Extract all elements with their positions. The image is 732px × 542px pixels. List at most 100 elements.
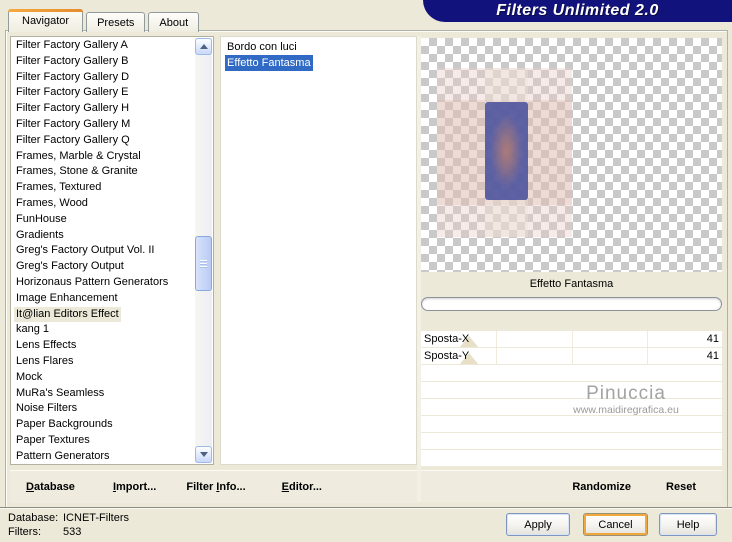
category-item[interactable]: Noise Filters: [12, 401, 195, 417]
menu-label-post: nfo...: [219, 481, 246, 493]
category-item[interactable]: Filter Factory Gallery D: [12, 70, 195, 86]
category-item[interactable]: Lens Flares: [12, 354, 195, 370]
category-item-label: Filter Factory Gallery H: [16, 102, 130, 115]
category-scrollbar[interactable]: [195, 38, 212, 463]
menu-label-post: ditor...: [288, 481, 322, 493]
menu-label-accel: E: [281, 481, 289, 493]
scroll-down-icon: [199, 452, 208, 457]
scrollbar-thumb[interactable]: [195, 236, 212, 291]
category-item[interactable]: Gradients: [12, 228, 195, 244]
category-item-label: Lens Flares: [16, 354, 74, 367]
editor-button[interactable]: Editor...: [282, 481, 322, 493]
category-item-label: Frames, Marble & Crystal: [16, 149, 141, 162]
slider-gridline: [646, 331, 648, 347]
scroll-up-button[interactable]: [195, 38, 212, 55]
preview-label-row: Effetto Fantasma: [421, 272, 722, 296]
category-item-label: Horizonaus Pattern Generators: [16, 275, 169, 288]
category-item[interactable]: Filter Factory Gallery M: [12, 117, 195, 133]
slider-label: Sposta-X: [424, 333, 470, 345]
slider-row-sposta-y[interactable]: Sposta-Y 41: [421, 348, 722, 364]
category-item[interactable]: Filter Factory Gallery A: [12, 38, 195, 54]
category-item[interactable]: Filter Factory Gallery Q: [12, 133, 195, 149]
category-item[interactable]: Filter Factory Gallery E: [12, 85, 195, 101]
category-item[interactable]: Mock: [12, 370, 195, 386]
watermark: Pinuccia www.maidiregrafica.eu: [540, 383, 712, 416]
category-list: Filter Factory Gallery A Filter Factory G…: [12, 38, 195, 463]
scroll-up-icon: [199, 44, 208, 49]
slider-gridline: [571, 348, 573, 364]
slider-stack: Sposta-X 41 Sposta-Y 41: [421, 331, 722, 365]
category-item[interactable]: Horizonaus Pattern Generators: [12, 275, 195, 291]
cancel-button[interactable]: Cancel: [583, 513, 648, 536]
category-item[interactable]: It@lian Editors Effect: [12, 306, 195, 323]
progress-bar: [421, 297, 722, 311]
status-area: Database: ICNET-Filters Filters: 533: [8, 512, 129, 539]
category-item-label: Greg's Factory Output Vol. II: [16, 244, 155, 257]
category-item-label: Paper Backgrounds: [16, 418, 113, 431]
category-item[interactable]: Frames, Marble & Crystal: [12, 149, 195, 165]
filter-item[interactable]: Effetto Fantasma: [221, 55, 416, 71]
right-command-bar: Randomize Reset: [421, 470, 722, 502]
status-database-value: ICNET-Filters: [63, 512, 129, 524]
slider-gridline: [496, 348, 498, 364]
filter-list: Bordo con luci Effetto Fantasma: [221, 39, 416, 71]
category-item-label: Filter Factory Gallery A: [16, 39, 128, 51]
category-item-label: MuRa's Seamless: [16, 386, 105, 399]
category-item[interactable]: Pattern Generators: [12, 449, 195, 463]
menu-label: Randomize: [572, 480, 632, 493]
slider-row-sposta-x[interactable]: Sposta-X 41: [421, 331, 722, 347]
scroll-down-button[interactable]: [195, 446, 212, 463]
category-item-label: Frames, Stone & Granite: [16, 165, 138, 178]
slider-gridline: [646, 348, 648, 364]
category-item[interactable]: kang 1: [12, 322, 195, 338]
category-item[interactable]: Lens Effects: [12, 338, 195, 354]
tab-presets[interactable]: Presets: [86, 12, 146, 32]
randomize-button[interactable]: Randomize: [572, 481, 631, 493]
category-item[interactable]: Image Enhancement: [12, 291, 195, 307]
category-item-label: Filter Factory Gallery Q: [16, 133, 130, 146]
slider-label: Sposta-Y: [424, 350, 470, 362]
tab-about[interactable]: About: [148, 12, 200, 32]
category-item[interactable]: MuRa's Seamless: [12, 386, 195, 402]
page-bottom-divider: [0, 507, 732, 509]
help-button[interactable]: Help: [659, 513, 717, 536]
category-item[interactable]: Frames, Stone & Granite: [12, 164, 195, 180]
watermark-url: www.maidiregrafica.eu: [573, 403, 679, 416]
category-item-label: Lens Effects: [16, 339, 77, 352]
category-item[interactable]: Greg's Factory Output: [12, 259, 195, 275]
database-button[interactable]: Database: [26, 481, 75, 493]
reset-button[interactable]: Reset: [666, 481, 696, 493]
import-button[interactable]: Import...: [113, 481, 156, 493]
category-item[interactable]: Frames, Wood: [12, 196, 195, 212]
app-title: Filters Unlimited 2.0: [496, 2, 659, 19]
filter-item[interactable]: Bordo con luci: [221, 39, 416, 55]
tab-presets-label: Presets: [97, 16, 135, 29]
preview-image-glow: [489, 110, 524, 192]
slider-value: 41: [706, 350, 719, 362]
category-item-label: Gradients: [16, 228, 64, 241]
slider-gridline: [571, 331, 573, 347]
category-item[interactable]: Frames, Textured: [12, 180, 195, 196]
empty-row: [421, 416, 722, 432]
category-item[interactable]: Greg's Factory Output Vol. II: [12, 243, 195, 259]
status-filters-label: Filters:: [8, 525, 41, 538]
apply-button[interactable]: Apply: [506, 513, 570, 536]
empty-row: [421, 450, 722, 466]
category-item-label: Frames, Textured: [16, 181, 102, 194]
category-item-label: Filter Factory Gallery D: [16, 70, 130, 83]
filter-item-label: Bordo con luci: [227, 41, 297, 53]
preview-canvas[interactable]: [421, 38, 722, 272]
category-item[interactable]: Paper Textures: [12, 433, 195, 449]
filter-info-button[interactable]: Filter Info...: [186, 481, 245, 493]
tab-strip: Navigator Presets About: [7, 9, 202, 32]
category-item[interactable]: FunHouse: [12, 212, 195, 228]
status-database-row: Database: ICNET-Filters: [8, 512, 129, 526]
category-item[interactable]: Filter Factory Gallery H: [12, 101, 195, 117]
tab-navigator[interactable]: Navigator: [7, 9, 84, 32]
category-item[interactable]: Filter Factory Gallery B: [12, 54, 195, 70]
category-item[interactable]: Paper Backgrounds: [12, 417, 195, 433]
title-banner: Filters Unlimited 2.0: [423, 0, 732, 22]
category-item-label: kang 1: [16, 323, 50, 336]
category-item-label: Filter Factory Gallery E: [16, 86, 129, 99]
category-item-label: Filter Factory Gallery B: [16, 54, 129, 67]
